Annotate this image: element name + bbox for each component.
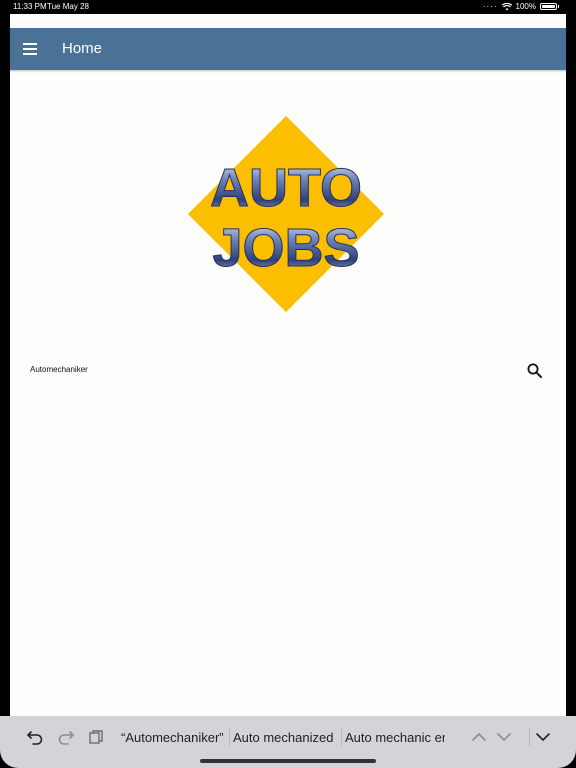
status-bar: 11:33 PM Tue May 28 ···· 100% — [0, 0, 576, 14]
battery-tip — [558, 5, 559, 8]
suggestion-1[interactable]: “Automechaniker” — [121, 730, 224, 745]
app-header: Home — [10, 28, 566, 70]
dismiss-keyboard-icon[interactable] — [534, 728, 552, 746]
battery-icon — [540, 3, 557, 10]
hamburger-menu-icon[interactable] — [23, 42, 39, 56]
redo-icon[interactable] — [57, 728, 75, 746]
chevron-up-icon[interactable] — [470, 728, 488, 746]
suggestion-2[interactable]: Auto mechanized — [233, 730, 333, 745]
logo-text-auto: AUTO — [210, 158, 362, 218]
search-icon[interactable] — [526, 362, 544, 380]
status-indicators: ···· 100% — [483, 2, 559, 11]
logo-text-jobs: JOBS — [212, 218, 359, 278]
wifi-icon — [501, 2, 512, 10]
paste-icon[interactable] — [87, 728, 105, 746]
search-bar — [10, 354, 566, 388]
battery-percent: 100% — [515, 2, 536, 11]
search-input[interactable] — [30, 362, 510, 376]
page-title: Home — [62, 40, 103, 57]
suggestion-3[interactable]: Auto mechanic era — [345, 730, 445, 745]
status-time: 11:33 PM — [13, 2, 47, 11]
device-frame: 11:33 PM Tue May 28 ···· 100% Home AUTO … — [0, 0, 576, 768]
signal-dots-icon: ···· — [482, 2, 498, 11]
logo-graphic: AUTO JOBS — [188, 116, 384, 312]
status-date: Tue May 28 — [47, 2, 89, 11]
home-indicator[interactable] — [200, 759, 376, 763]
suggestion-divider — [229, 728, 230, 746]
toolbar-divider — [529, 728, 530, 746]
suggestion-divider — [341, 728, 342, 746]
undo-icon[interactable] — [26, 728, 44, 746]
app-screen: Home AUTO JOBS — [10, 14, 566, 754]
auto-jobs-logo: AUTO JOBS — [186, 114, 386, 314]
chevron-down-icon[interactable] — [495, 728, 513, 746]
